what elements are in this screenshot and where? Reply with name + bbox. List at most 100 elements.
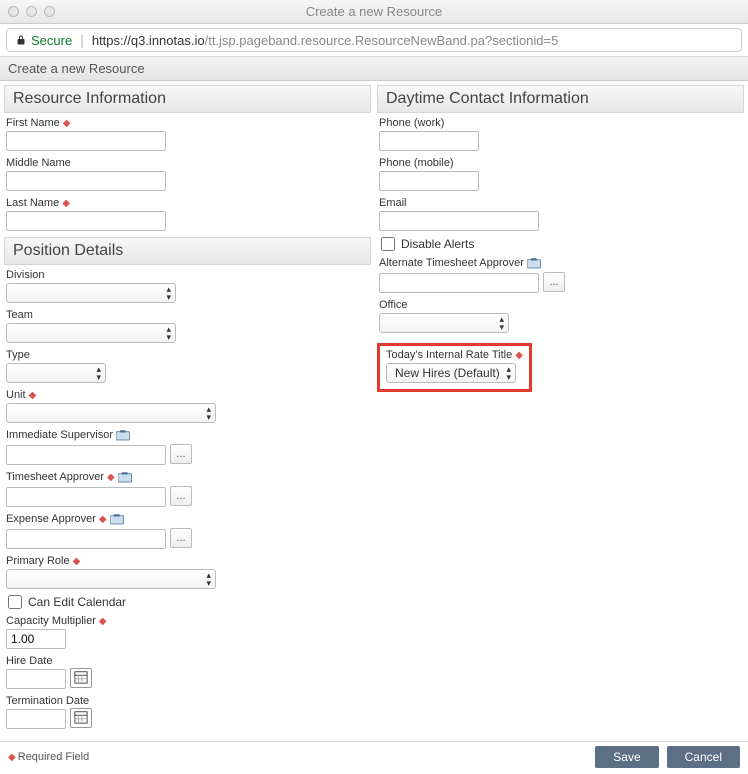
cancel-button[interactable]: Cancel <box>667 746 740 768</box>
url-host: https://q3.innotas.io <box>92 33 205 48</box>
required-icon: ◆ <box>62 198 70 209</box>
middle-name-label: Middle Name <box>6 157 71 169</box>
field-primary-role: Primary Role◆ ▴▾ <box>6 555 371 589</box>
right-column: Daytime Contact Information Phone (work)… <box>377 85 744 735</box>
first-name-input[interactable] <box>6 131 166 151</box>
window-zoom-icon[interactable] <box>44 6 55 17</box>
field-alt-timesheet-approver: Alternate Timesheet Approver ... <box>379 257 744 293</box>
save-button[interactable]: Save <box>595 746 658 768</box>
field-termination-date: Termination Date <box>6 695 371 729</box>
rate-title-highlight: Today's Internal Rate Title◆ New Hires (… <box>377 343 532 392</box>
field-expense-approver: Expense Approver◆ ... <box>6 513 371 549</box>
termination-date-label: Termination Date <box>6 695 89 707</box>
capacity-multiplier-input[interactable] <box>6 629 66 649</box>
addr-separator: | <box>80 32 84 48</box>
field-disable-alerts: Disable Alerts <box>381 237 744 251</box>
office-select[interactable]: ▴▾ <box>379 313 509 333</box>
field-phone-mobile: Phone (mobile) <box>379 157 744 191</box>
expense-approver-lookup-button[interactable]: ... <box>170 528 192 548</box>
alt-timesheet-approver-input[interactable] <box>379 273 539 293</box>
card-icon <box>527 258 542 269</box>
field-first-name: First Name◆ <box>6 117 371 151</box>
hire-date-calendar-button[interactable] <box>70 668 92 688</box>
window-minimize-icon[interactable] <box>26 6 37 17</box>
field-hire-date: Hire Date <box>6 655 371 689</box>
rate-title-select[interactable]: New Hires (Default)▴▾ <box>386 363 516 383</box>
unit-select[interactable]: ▴▾ <box>6 403 216 423</box>
required-icon: ◆ <box>29 390 37 401</box>
window-close-icon[interactable] <box>8 6 19 17</box>
middle-name-input[interactable] <box>6 171 166 191</box>
field-division: Division ▴▾ <box>6 269 371 303</box>
type-select[interactable]: ▴▾ <box>6 363 106 383</box>
address-bar[interactable]: Secure | https://q3.innotas.io /tt.jsp.p… <box>6 28 742 52</box>
chevron-updown-icon: ▴▾ <box>206 405 211 421</box>
primary-role-select[interactable]: ▴▾ <box>6 569 216 589</box>
timesheet-approver-input[interactable] <box>6 487 166 507</box>
field-can-edit-calendar: Can Edit Calendar <box>8 595 371 609</box>
hire-date-label: Hire Date <box>6 655 52 667</box>
rate-title-label: Today's Internal Rate Title <box>386 349 512 361</box>
required-icon: ◆ <box>99 514 107 525</box>
expense-approver-input[interactable] <box>6 529 166 549</box>
card-icon <box>118 472 133 483</box>
immediate-supervisor-lookup-button[interactable]: ... <box>170 444 192 464</box>
alt-timesheet-approver-label: Alternate Timesheet Approver <box>379 257 524 269</box>
calendar-icon <box>74 670 88 687</box>
required-icon: ◆ <box>515 350 523 361</box>
page-title: Create a new Resource <box>0 56 748 81</box>
chevron-updown-icon: ▴▾ <box>206 571 211 587</box>
disable-alerts-label: Disable Alerts <box>401 237 474 251</box>
division-select[interactable]: ▴▾ <box>6 283 176 303</box>
field-capacity-multiplier: Capacity Multiplier◆ <box>6 615 371 649</box>
phone-mobile-label: Phone (mobile) <box>379 157 454 169</box>
chevron-updown-icon: ▴▾ <box>166 325 171 341</box>
unit-label: Unit <box>6 389 26 401</box>
url-path: /tt.jsp.pageband.resource.ResourceNewBan… <box>205 33 559 48</box>
calendar-icon <box>74 710 88 727</box>
email-input[interactable] <box>379 211 539 231</box>
immediate-supervisor-input[interactable] <box>6 445 166 465</box>
field-unit: Unit◆ ▴▾ <box>6 389 371 423</box>
timesheet-approver-label: Timesheet Approver <box>6 471 104 483</box>
can-edit-calendar-checkbox[interactable] <box>8 595 22 609</box>
card-icon <box>110 514 125 525</box>
last-name-input[interactable] <box>6 211 166 231</box>
required-icon: ◆ <box>73 556 81 567</box>
alt-timesheet-approver-lookup-button[interactable]: ... <box>543 272 565 292</box>
team-label: Team <box>6 309 33 321</box>
secure-indicator: Secure <box>15 33 72 48</box>
expense-approver-label: Expense Approver <box>6 513 96 525</box>
capacity-multiplier-label: Capacity Multiplier <box>6 615 96 627</box>
phone-mobile-input[interactable] <box>379 171 479 191</box>
phone-work-label: Phone (work) <box>379 117 444 129</box>
field-middle-name: Middle Name <box>6 157 371 191</box>
team-select[interactable]: ▴▾ <box>6 323 176 343</box>
left-column: Resource Information First Name◆ Middle … <box>4 85 371 735</box>
field-timesheet-approver: Timesheet Approver◆ ... <box>6 471 371 507</box>
termination-date-calendar-button[interactable] <box>70 708 92 728</box>
last-name-label: Last Name <box>6 197 59 209</box>
timesheet-approver-lookup-button[interactable]: ... <box>170 486 192 506</box>
lock-icon <box>15 34 27 46</box>
phone-work-input[interactable] <box>379 131 479 151</box>
first-name-label: First Name <box>6 117 60 129</box>
chevron-updown-icon: ▴▾ <box>499 315 504 331</box>
primary-role-label: Primary Role <box>6 555 70 567</box>
required-icon: ◆ <box>8 752 16 763</box>
window-titlebar: Create a new Resource <box>0 0 748 24</box>
hire-date-input[interactable] <box>6 669 66 689</box>
field-office: Office ▴▾ <box>379 299 744 333</box>
office-label: Office <box>379 299 408 311</box>
termination-date-input[interactable] <box>6 709 66 729</box>
chevron-updown-icon: ▴▾ <box>506 365 511 381</box>
footer: ◆ Required Field Save Cancel <box>0 741 748 774</box>
can-edit-calendar-label: Can Edit Calendar <box>28 595 126 609</box>
required-icon: ◆ <box>107 472 115 483</box>
email-label: Email <box>379 197 407 209</box>
card-icon <box>116 430 131 441</box>
immediate-supervisor-label: Immediate Supervisor <box>6 429 113 441</box>
division-label: Division <box>6 269 45 281</box>
disable-alerts-checkbox[interactable] <box>381 237 395 251</box>
field-immediate-supervisor: Immediate Supervisor ... <box>6 429 371 465</box>
